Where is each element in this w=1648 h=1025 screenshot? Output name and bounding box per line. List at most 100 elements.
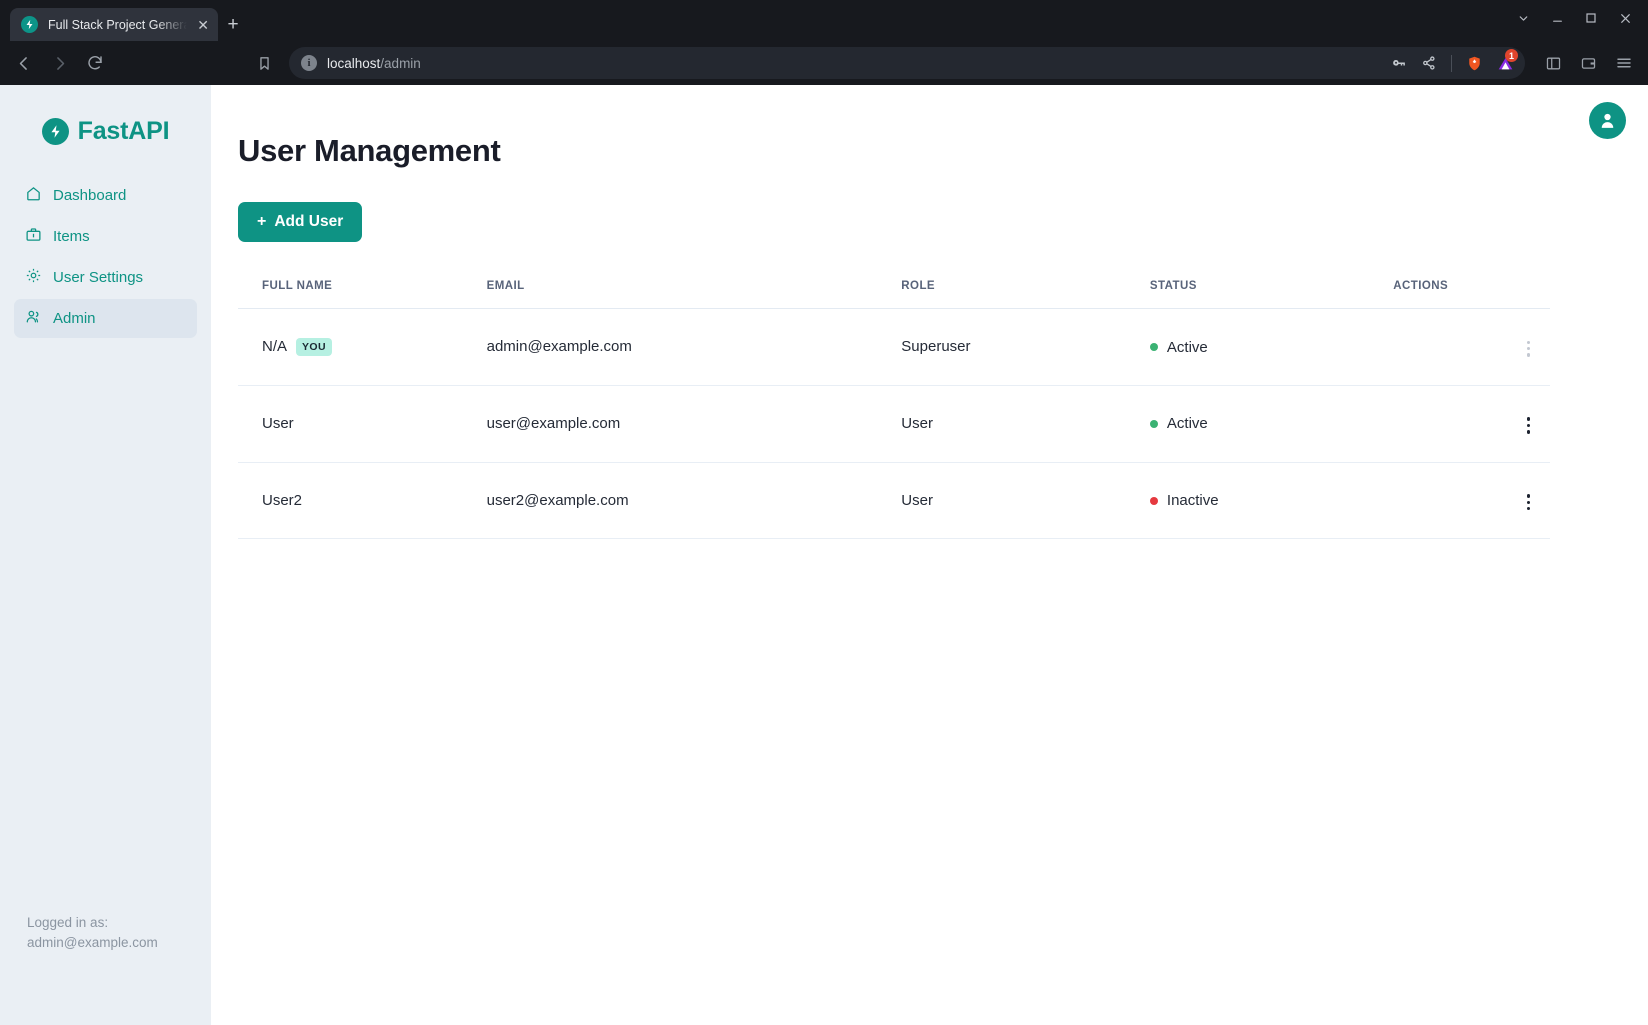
cell-actions	[1393, 462, 1550, 539]
logged-in-footer: Logged in as: admin@example.com	[27, 913, 158, 954]
new-tab-button[interactable]: +	[218, 8, 248, 41]
table-header-row: FULL NAME EMAIL ROLE STATUS ACTIONS	[238, 272, 1550, 309]
app-sidebar: FastAPI Dashboard Items	[0, 85, 211, 1025]
forward-button[interactable]	[43, 47, 76, 80]
minimize-button[interactable]	[1540, 4, 1574, 32]
cell-status: Active	[1150, 385, 1393, 462]
status-badge: Active	[1150, 339, 1208, 356]
column-header-full-name: FULL NAME	[238, 272, 487, 309]
url-host: localhost	[327, 56, 380, 71]
home-icon	[25, 185, 42, 206]
status-badge: Inactive	[1150, 492, 1219, 509]
browser-window: Full Stack Project Generator ✕ +	[0, 0, 1648, 1025]
window-controls	[1506, 4, 1642, 32]
sidebar-item-label: Items	[53, 228, 90, 245]
url-text: localhost/admin	[327, 56, 1384, 71]
hamburger-menu-icon[interactable]	[1607, 47, 1640, 80]
cell-full-name: N/A YOU	[238, 309, 487, 386]
browser-toolbar: i localhost/admin 1	[0, 41, 1648, 85]
cell-role: Superuser	[901, 309, 1150, 386]
extension-triangle-icon[interactable]: 1	[1491, 49, 1519, 77]
toolbar-divider	[1451, 55, 1452, 72]
status-label: Inactive	[1167, 492, 1219, 509]
briefcase-icon	[25, 226, 42, 247]
bookmark-icon[interactable]	[248, 47, 281, 80]
column-header-email: EMAIL	[487, 272, 902, 309]
you-badge: YOU	[296, 338, 332, 356]
cell-email: admin@example.com	[487, 309, 902, 386]
row-actions-menu-button[interactable]	[1517, 411, 1540, 439]
user-full-name: N/A	[262, 338, 287, 355]
avatar[interactable]	[1589, 102, 1626, 139]
users-icon	[25, 308, 42, 329]
maximize-button[interactable]	[1574, 4, 1608, 32]
url-bar[interactable]: i localhost/admin 1	[289, 47, 1525, 79]
sidebar-item-user-settings[interactable]: User Settings	[14, 258, 197, 297]
share-icon[interactable]	[1415, 49, 1443, 77]
status-label: Active	[1167, 415, 1208, 432]
table-row: User user@example.com User Active	[238, 385, 1550, 462]
cell-email: user2@example.com	[487, 462, 902, 539]
user-full-name: User	[262, 415, 294, 432]
cell-role: User	[901, 385, 1150, 462]
sidebar-item-items[interactable]: Items	[14, 217, 197, 256]
table-row: User2 user2@example.com User Inactive	[238, 462, 1550, 539]
tab-strip: Full Stack Project Generator ✕ +	[0, 0, 1648, 41]
row-actions-menu-button[interactable]	[1517, 488, 1540, 516]
cell-email: user@example.com	[487, 385, 902, 462]
brand-logo: FastAPI	[14, 117, 197, 146]
browser-right-icons	[1537, 47, 1640, 80]
brand-name: FastAPI	[78, 117, 170, 146]
table-header: FULL NAME EMAIL ROLE STATUS ACTIONS	[238, 272, 1550, 309]
column-header-role: ROLE	[901, 272, 1150, 309]
row-actions-menu-button[interactable]	[1517, 335, 1540, 363]
user-avatar-icon	[1597, 110, 1618, 131]
status-dot-icon	[1150, 343, 1158, 351]
users-table: FULL NAME EMAIL ROLE STATUS ACTIONS N/A Y…	[238, 272, 1550, 539]
sidebar-item-label: Admin	[53, 310, 96, 327]
logged-in-email: admin@example.com	[27, 933, 158, 953]
wallet-icon[interactable]	[1572, 47, 1605, 80]
user-full-name: User2	[262, 492, 302, 509]
add-user-button[interactable]: + Add User	[238, 202, 362, 242]
tab-search-button[interactable]	[1506, 4, 1540, 32]
sidebar-nav: Dashboard Items User Settings	[14, 176, 197, 338]
sidebar-item-label: User Settings	[53, 269, 143, 286]
close-window-button[interactable]	[1608, 4, 1642, 32]
fastapi-favicon-icon	[21, 16, 38, 33]
main-content: User Management + Add User FULL NAME EMA…	[211, 85, 1648, 1025]
extension-badge-count: 1	[1505, 49, 1518, 62]
reload-button[interactable]	[78, 47, 111, 80]
cell-actions	[1393, 385, 1550, 462]
brave-shields-icon[interactable]	[1460, 49, 1488, 77]
status-badge: Active	[1150, 415, 1208, 432]
gear-icon	[25, 267, 42, 288]
sidebar-item-label: Dashboard	[53, 187, 126, 204]
column-header-actions: ACTIONS	[1393, 272, 1550, 309]
cell-status: Inactive	[1150, 462, 1393, 539]
info-icon[interactable]: i	[301, 55, 317, 71]
status-label: Active	[1167, 339, 1208, 356]
cell-full-name: User2	[238, 462, 487, 539]
browser-tab[interactable]: Full Stack Project Generator ✕	[10, 8, 218, 41]
fastapi-bolt-icon	[42, 118, 69, 145]
url-path: /admin	[380, 56, 421, 71]
url-action-icons: 1	[1384, 49, 1519, 77]
sidebar-panel-icon[interactable]	[1537, 47, 1570, 80]
page-title: User Management	[238, 133, 1550, 169]
column-header-status: STATUS	[1150, 272, 1393, 309]
tab-close-icon[interactable]: ✕	[197, 18, 209, 32]
page-viewport: FastAPI Dashboard Items	[0, 85, 1648, 1025]
cell-full-name: User	[238, 385, 487, 462]
password-key-icon[interactable]	[1384, 49, 1412, 77]
cell-status: Active	[1150, 309, 1393, 386]
cell-actions	[1393, 309, 1550, 386]
status-dot-icon	[1150, 420, 1158, 428]
sidebar-item-admin[interactable]: Admin	[14, 299, 197, 338]
back-button[interactable]	[8, 47, 41, 80]
cell-role: User	[901, 462, 1150, 539]
add-user-label: Add User	[274, 213, 343, 231]
status-dot-icon	[1150, 497, 1158, 505]
sidebar-item-dashboard[interactable]: Dashboard	[14, 176, 197, 215]
logged-in-label: Logged in as:	[27, 913, 158, 933]
